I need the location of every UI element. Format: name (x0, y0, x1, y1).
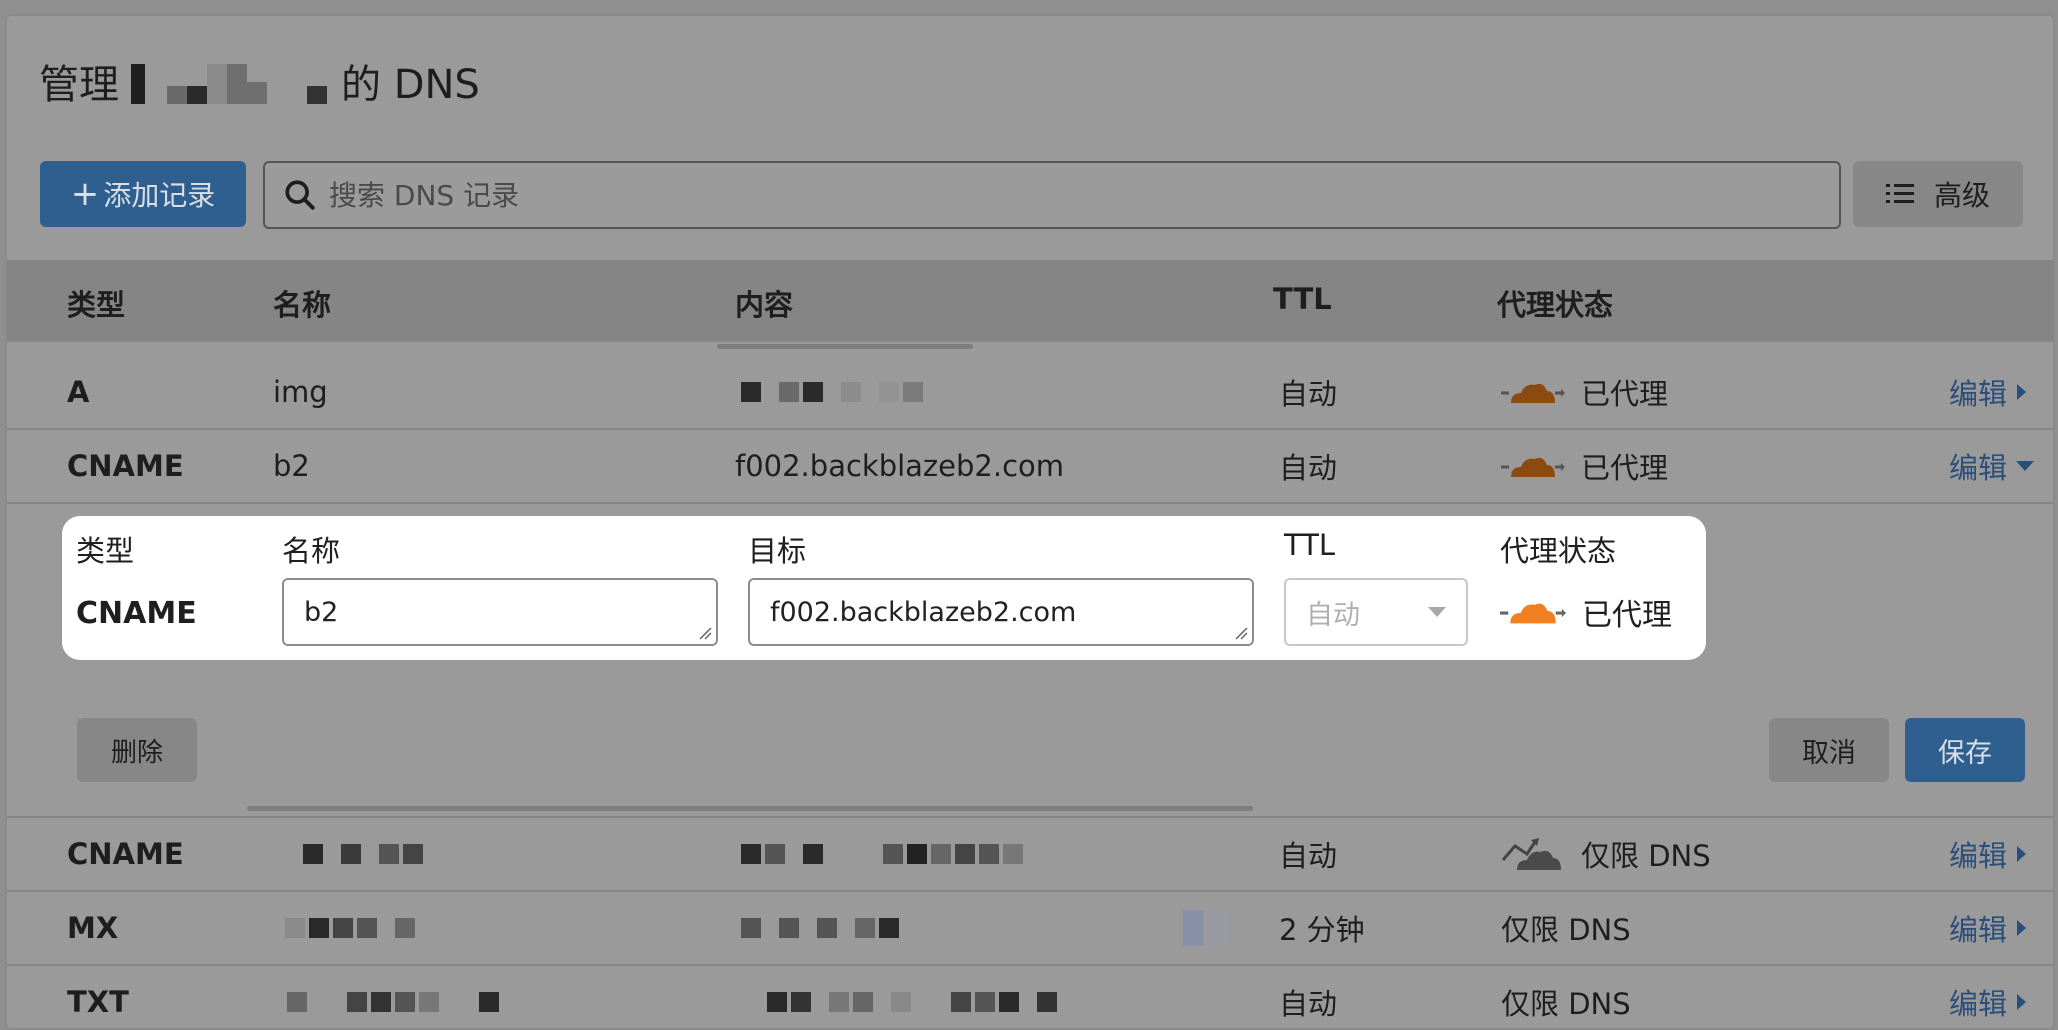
horizontal-scrollbar[interactable] (717, 344, 973, 349)
add-record-button[interactable]: + 添加记录 (40, 161, 246, 227)
edit-link[interactable]: 编辑 (1949, 981, 2027, 1023)
edit-link[interactable]: 编辑 (1949, 445, 2035, 487)
col-name: 名称 (273, 288, 332, 322)
dns-panel: 管理 的 DNS + 添加记录 高级 类型 名 (5, 14, 2055, 1030)
record-editor: 类型 名称 目标 TTL 代理状态 CNAME b2 f002.backblaz… (62, 516, 1706, 660)
page-title: 管理 的 DNS (39, 52, 480, 110)
delete-button[interactable]: 删除 (77, 718, 197, 782)
redacted-name (303, 844, 427, 864)
dns-only-cloud-icon (1501, 838, 1561, 870)
redacted-content (767, 992, 1061, 1012)
resize-grip-icon[interactable] (1234, 626, 1248, 640)
col-type: 类型 (67, 288, 126, 322)
proxy-toggle[interactable]: 已代理 (1500, 590, 1672, 634)
col-ttl: TTL (1273, 282, 1332, 316)
editor-type-value: CNAME (76, 596, 197, 631)
search-icon (285, 180, 315, 210)
ttl-select[interactable]: 自动 (1284, 578, 1468, 646)
col-proxy: 代理状态 (1497, 288, 1614, 322)
edit-link[interactable]: 编辑 (1949, 371, 2027, 413)
title-prefix: 管理 (39, 62, 119, 108)
table-row-expanded[interactable]: CNAME b2 f002.backblazeb2.com 自动 已代理 编辑 (7, 430, 2053, 504)
chevron-right-icon (2017, 384, 2027, 400)
list-icon (1885, 184, 1914, 203)
table-row[interactable]: CNAME 自动 仅限 DNS 编辑 (7, 818, 2053, 892)
redacted-domain (131, 58, 327, 104)
target-input[interactable]: f002.backblazeb2.com (748, 578, 1254, 646)
redacted-content (741, 844, 1027, 864)
chevron-right-icon (2017, 846, 2027, 862)
redacted-name (285, 918, 419, 938)
caret-down-icon (1428, 607, 1446, 617)
save-button[interactable]: 保存 (1905, 718, 2025, 782)
resize-grip-icon[interactable] (698, 626, 712, 640)
chevron-down-icon (2016, 461, 2035, 471)
redacted-content (741, 918, 903, 938)
chevron-right-icon (2017, 994, 2027, 1010)
chevron-right-icon (2017, 920, 2027, 936)
table-row[interactable]: TXT 自动 仅限 DNS 编辑 (7, 966, 2053, 1028)
proxied-cloud-icon (1500, 603, 1566, 624)
horizontal-scrollbar[interactable] (247, 806, 1253, 811)
cancel-button[interactable]: 取消 (1769, 718, 1889, 782)
advanced-button[interactable]: 高级 (1853, 161, 2023, 227)
plus-icon: + (70, 174, 100, 214)
proxied-cloud-icon (1501, 457, 1565, 477)
search-box[interactable] (263, 161, 1841, 229)
table-row[interactable]: MX 2 分钟 仅限 DNS 编辑 (7, 892, 2053, 966)
proxied-cloud-icon (1501, 383, 1565, 403)
table-row[interactable]: A img 自动 已代理 编辑 (7, 356, 2053, 430)
edit-link[interactable]: 编辑 (1949, 833, 2027, 875)
title-suffix: 的 DNS (341, 62, 480, 108)
redacted-content (741, 382, 927, 402)
name-input[interactable]: b2 (282, 578, 718, 646)
redacted-name (287, 992, 503, 1012)
col-content: 内容 (735, 288, 794, 322)
redacted-priority (1183, 910, 1231, 946)
table-header: 类型 名称 内容 TTL 代理状态 (7, 260, 2053, 342)
search-input[interactable] (327, 177, 1731, 213)
edit-link[interactable]: 编辑 (1949, 907, 2027, 949)
